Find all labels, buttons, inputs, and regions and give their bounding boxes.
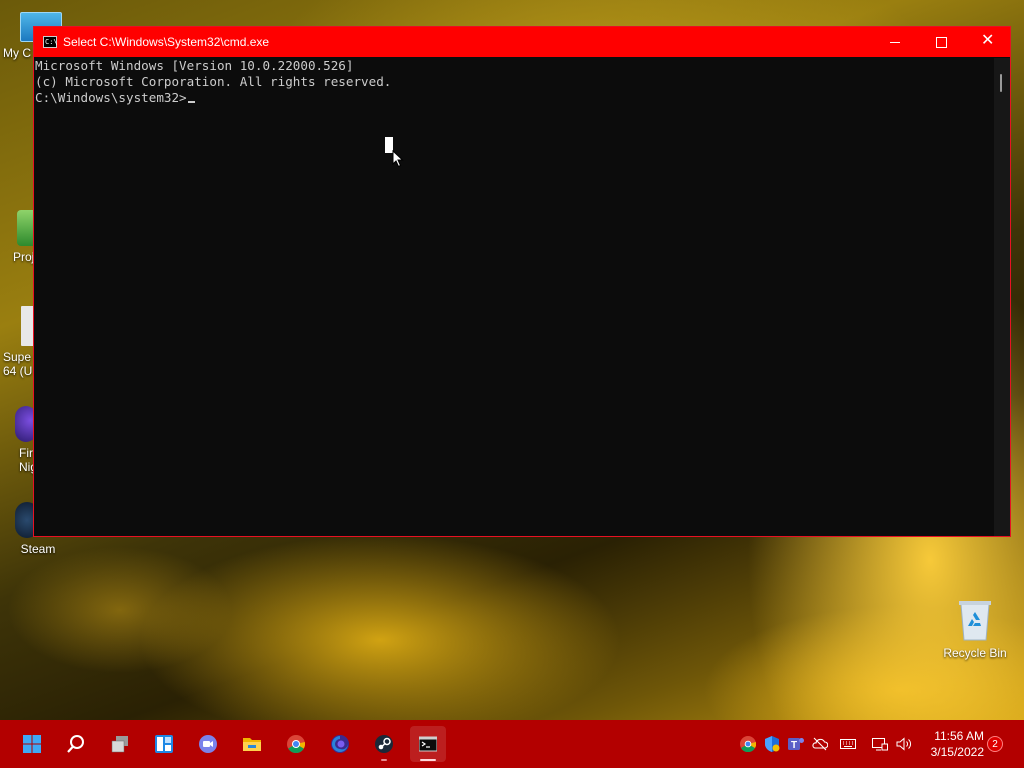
firefox-icon <box>331 735 349 753</box>
system-tray: T <box>736 720 926 768</box>
chat-button[interactable] <box>190 726 226 762</box>
task-view-button[interactable] <box>102 726 138 762</box>
security-shield-icon[interactable] <box>764 736 780 752</box>
minimize-button[interactable] <box>872 27 918 57</box>
search-icon <box>67 735 84 753</box>
teams-icon[interactable]: T <box>788 736 804 752</box>
onedrive-icon[interactable] <box>812 736 828 752</box>
folder-icon <box>243 738 261 751</box>
teams-chat-icon <box>199 735 217 753</box>
desktop: My C Proj Supe 64 (U Fir Nig Steam Recyc… <box>0 0 1024 720</box>
file-explorer-button[interactable] <box>234 726 270 762</box>
chrome-icon[interactable] <box>740 736 756 752</box>
maximize-button[interactable] <box>918 27 964 57</box>
cmd-icon: C:\ <box>43 36 58 48</box>
console-line: Microsoft Windows [Version 10.0.22000.52… <box>35 58 354 73</box>
steam-button[interactable] <box>366 726 402 762</box>
taskbar: T 11:56 AM 3/15/2022 <box>0 720 1024 768</box>
console-output[interactable]: Microsoft Windows [Version 10.0.22000.52… <box>35 58 995 536</box>
maximize-icon <box>936 37 947 48</box>
start-button[interactable] <box>14 726 50 762</box>
widgets-icon <box>155 735 173 753</box>
console-prompt: C:\Windows\system32> <box>35 90 187 105</box>
clock-date: 3/15/2022 <box>930 745 984 759</box>
desktop-icon-recycle-bin[interactable]: Recycle Bin <box>940 598 1010 660</box>
keyboard-icon[interactable] <box>840 736 856 752</box>
running-indicator <box>381 759 387 761</box>
close-button[interactable]: ✕ <box>964 27 1010 57</box>
scrollbar-thumb[interactable] <box>1000 74 1002 92</box>
display-icon[interactable] <box>872 736 888 752</box>
chrome-button[interactable] <box>278 726 314 762</box>
clock-time: 11:56 AM <box>934 729 984 743</box>
text-cursor <box>187 101 195 103</box>
window-title: Select C:\Windows\System32\cmd.exe <box>63 35 270 49</box>
cmd-taskbar-button[interactable] <box>410 726 446 762</box>
cmd-window[interactable]: C:\ Select C:\Windows\System32\cmd.exe ✕… <box>33 26 1011 537</box>
steam-icon <box>375 735 393 753</box>
task-view-icon <box>111 736 128 753</box>
desktop-icon-label: Steam <box>20 542 56 556</box>
desktop-icon-label: Recycle Bin <box>943 646 1007 660</box>
console-prompt-line: C:\Windows\system32> <box>35 90 995 106</box>
windows-logo-icon <box>23 735 41 753</box>
recycle-bin-icon <box>959 601 991 641</box>
minimize-icon <box>890 42 900 43</box>
firefox-button[interactable] <box>322 726 358 762</box>
scrollbar[interactable] <box>994 58 1010 536</box>
notification-badge[interactable]: 2 <box>987 736 1003 752</box>
search-button[interactable] <box>58 726 94 762</box>
chrome-icon <box>287 735 305 753</box>
mouse-pointer-icon <box>392 150 404 168</box>
console-line: (c) Microsoft Corporation. All rights re… <box>35 74 392 89</box>
widgets-button[interactable] <box>146 726 182 762</box>
taskbar-clock[interactable]: 11:56 AM 3/15/2022 <box>922 728 984 760</box>
active-indicator <box>420 759 436 761</box>
close-icon: ✕ <box>981 32 995 49</box>
terminal-icon <box>419 736 437 752</box>
window-titlebar[interactable]: C:\ Select C:\Windows\System32\cmd.exe ✕ <box>34 27 1010 57</box>
volume-icon[interactable] <box>896 736 912 752</box>
svg-text:T: T <box>791 740 797 751</box>
